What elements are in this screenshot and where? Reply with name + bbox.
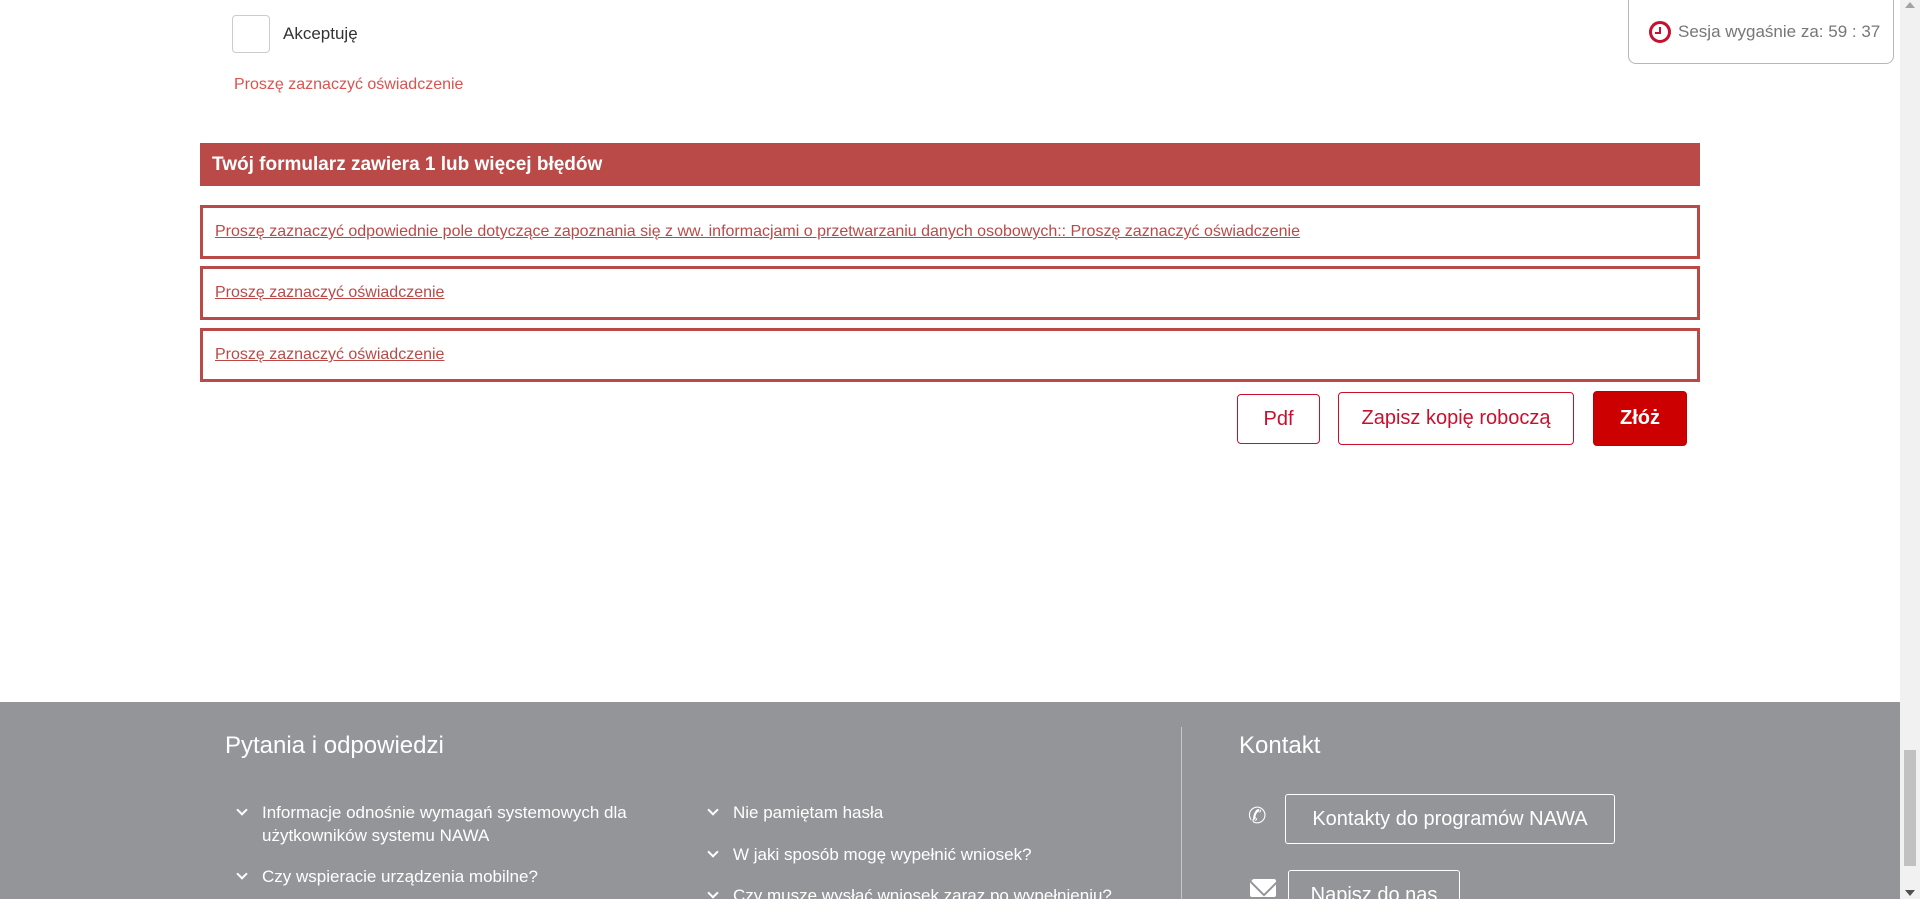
chevron-down-icon (707, 849, 719, 861)
chevron-down-icon (236, 871, 248, 883)
scroll-thumb[interactable] (1904, 750, 1916, 866)
faq-item[interactable]: Czy wspieracie urządzenia mobilne? (236, 865, 662, 888)
mail-icon (1250, 879, 1276, 897)
consent-checkbox-group: Akceptuję (232, 15, 358, 53)
faq-item[interactable]: Informacje odnośnie wymagań systemowych … (236, 801, 662, 847)
error-summary-title: Twój formularz zawiera 1 lub więcej błęd… (200, 143, 1700, 186)
error-summary-item: Proszę zaznaczyć oświadczenie (200, 266, 1700, 320)
error-link-2[interactable]: Proszę zaznaczyć oświadczenie (215, 284, 444, 302)
consent-checkbox-label[interactable]: Akceptuję (283, 24, 358, 44)
faq-item[interactable]: W jaki sposób mogę wypełnić wniosek? (707, 843, 1133, 866)
footer: Pytania i odpowiedzi Informacje odnośnie… (0, 702, 1900, 899)
faq-item[interactable]: Nie pamiętam hasła (707, 801, 1133, 824)
footer-divider (1181, 727, 1182, 899)
error-link-1[interactable]: Proszę zaznaczyć odpowiednie pole dotycz… (215, 223, 1300, 241)
pdf-button[interactable]: Pdf (1237, 394, 1320, 444)
scroll-down-icon[interactable] (1905, 890, 1915, 896)
save-draft-button[interactable]: Zapisz kopię roboczą (1338, 392, 1574, 445)
phone-icon: ✆ (1248, 803, 1267, 828)
chevron-down-icon (707, 807, 719, 819)
chevron-down-icon (236, 807, 248, 819)
error-summary-item: Proszę zaznaczyć odpowiednie pole dotycz… (200, 205, 1700, 259)
session-timer: Sesja wygaśnie za: 59 : 37 (1628, 0, 1894, 64)
scroll-up-icon[interactable] (1905, 2, 1915, 8)
chevron-down-icon (707, 890, 719, 899)
error-link-3[interactable]: Proszę zaznaczyć oświadczenie (215, 346, 444, 364)
session-timer-label: Sesja wygaśnie za: 59 : 37 (1678, 22, 1881, 41)
clock-icon (1649, 21, 1671, 43)
write-to-us-button[interactable]: Napisz do nas (1288, 870, 1460, 899)
error-summary-item: Proszę zaznaczyć oświadczenie (200, 328, 1700, 382)
contact-programs-button[interactable]: Kontakty do programów NAWA (1285, 794, 1615, 844)
page-scrollbar[interactable] (1900, 0, 1920, 899)
faq-title: Pytania i odpowiedzi (225, 732, 444, 759)
consent-field-error: Proszę zaznaczyć oświadczenie (234, 76, 464, 93)
page: Sesja wygaśnie za: 59 : 37 Akceptuję Pro… (0, 0, 1900, 899)
faq-item[interactable]: Czy muszę wysłać wniosek zaraz po wypełn… (707, 884, 1133, 899)
consent-checkbox[interactable] (232, 15, 270, 53)
contact-title: Kontakt (1239, 732, 1321, 759)
submit-button[interactable]: Złóż (1593, 391, 1687, 446)
